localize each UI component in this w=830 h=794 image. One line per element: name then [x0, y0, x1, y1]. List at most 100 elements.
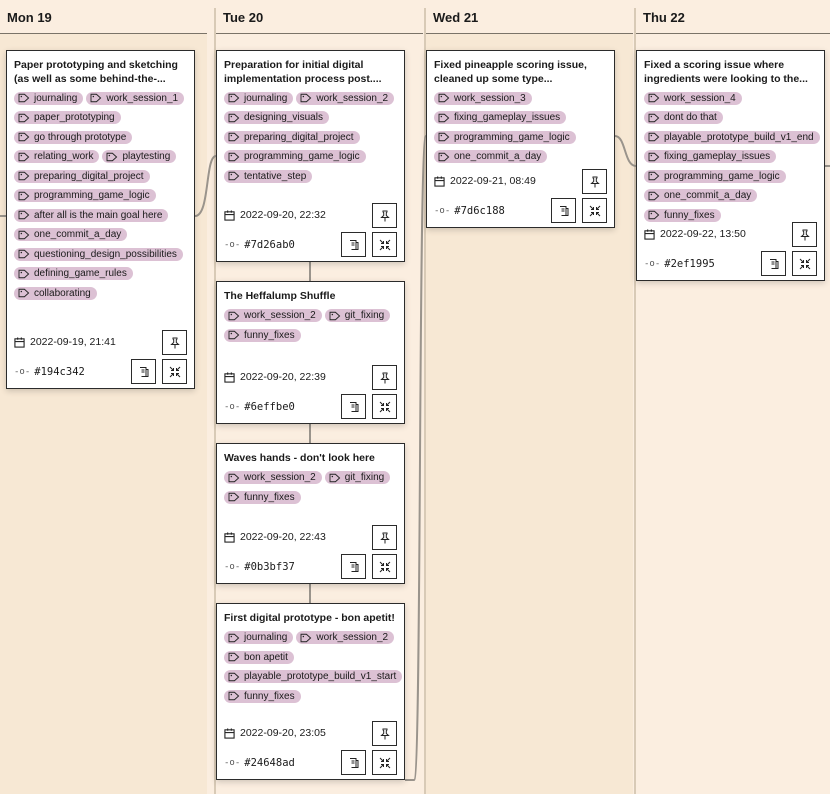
card-footer: 2022-09-19, 21:41 -o- #194c342 [7, 328, 194, 388]
collapse-button[interactable] [372, 394, 397, 419]
calendar-icon [644, 228, 655, 240]
document-button[interactable] [341, 750, 366, 775]
tag-icon [18, 171, 30, 181]
tag-chip[interactable]: bon apetit [224, 650, 294, 664]
pin-button[interactable] [582, 169, 607, 194]
tag-icon [300, 633, 312, 642]
tag-icon [18, 288, 30, 298]
document-button[interactable] [131, 359, 156, 384]
commit-card[interactable]: Paper prototyping and sketching (as well… [6, 50, 195, 389]
tag-chip[interactable]: preparing_digital_project [14, 169, 150, 183]
tag-list: work_session_2 git_fixing funny_fixes [217, 470, 404, 509]
commit-card[interactable]: Fixed a scoring issue where ingredients … [636, 50, 825, 281]
tag-label: go through prototype [34, 131, 127, 143]
tag-chip[interactable]: funny_fixes [224, 490, 301, 504]
tag-chip[interactable]: after all is the main goal here [14, 208, 169, 222]
tag-chip[interactable]: work_session_3 [434, 91, 532, 105]
tag-chip[interactable]: playable_prototype_build_v1_start [224, 670, 403, 683]
pin-button[interactable] [372, 525, 397, 550]
tag-chip[interactable]: fixing_gameplay_issues [434, 111, 567, 124]
tag-chip[interactable]: work_session_2 [224, 471, 322, 484]
tag-chip[interactable]: programming_game_logic [14, 189, 156, 202]
tag-icon [648, 191, 660, 200]
tag-chip[interactable]: dont do that [644, 111, 723, 124]
tag-chip[interactable]: work_session_2 [296, 631, 395, 644]
document-button[interactable] [761, 251, 786, 276]
tag-chip[interactable]: playtesting [102, 150, 177, 163]
document-button[interactable] [551, 198, 576, 223]
tag-chip[interactable]: journaling [14, 91, 84, 105]
collapse-button[interactable] [372, 232, 397, 257]
collapse-button[interactable] [582, 198, 607, 223]
commit-hash: -o- #7d26ab0 [224, 239, 295, 251]
pin-button[interactable] [372, 365, 397, 390]
collapse-button[interactable] [372, 750, 397, 775]
commit-date: 2022-09-20, 22:39 [224, 371, 326, 383]
collapse-button[interactable] [792, 251, 817, 276]
document-button[interactable] [341, 554, 366, 579]
tag-label: preparing_digital_project [244, 131, 354, 143]
tag-label: playtesting [122, 151, 171, 162]
tag-chip[interactable]: tentative_step [224, 169, 313, 183]
collapse-icon [169, 366, 180, 377]
tag-chip[interactable]: work_session_2 [296, 91, 395, 105]
tag-chip[interactable]: work_session_4 [644, 91, 742, 105]
hash-text: #194c342 [34, 366, 85, 378]
commit-icon: -o- [224, 240, 241, 250]
tag-chip[interactable]: paper_prototyping [14, 111, 121, 124]
tag-chip[interactable]: collaborating [14, 286, 97, 300]
tag-label: journaling [244, 92, 288, 104]
commit-card[interactable]: Fixed pineapple scoring issue, cleaned u… [426, 50, 615, 228]
tag-icon [648, 93, 660, 103]
tag-icon [90, 93, 102, 103]
pin-button[interactable] [372, 203, 397, 228]
tag-chip[interactable]: playable_prototype_build_v1_end [644, 130, 820, 144]
tag-chip[interactable]: designing_visuals [224, 111, 329, 124]
tag-chip[interactable]: fixing_gameplay_issues [644, 150, 777, 163]
tag-chip[interactable]: one_commit_a_day [14, 228, 128, 241]
tag-icon [228, 672, 240, 681]
tag-chip[interactable]: one_commit_a_day [644, 189, 758, 202]
tag-chip[interactable]: funny_fixes [224, 689, 301, 703]
pin-icon [799, 229, 810, 240]
tag-chip[interactable]: journaling [224, 91, 294, 105]
commit-card[interactable]: Waves hands - don't look here work_sessi… [216, 443, 405, 584]
tag-chip[interactable]: preparing_digital_project [224, 130, 360, 144]
collapse-button[interactable] [372, 554, 397, 579]
collapse-button[interactable] [162, 359, 187, 384]
tag-label: fixing_gameplay_issues [664, 151, 771, 162]
calendar-icon [224, 209, 235, 221]
commit-icon: -o- [224, 562, 241, 572]
pin-button[interactable] [372, 721, 397, 746]
tag-chip[interactable]: go through prototype [14, 130, 133, 144]
tag-icon [107, 152, 118, 161]
tag-chip[interactable]: work_session_1 [86, 91, 185, 105]
commit-title: Preparation for initial digital implemen… [224, 59, 382, 85]
pin-button[interactable] [162, 330, 187, 355]
commit-card[interactable]: The Heffalump Shuffle work_session_2 git_… [216, 281, 405, 424]
tag-chip[interactable]: work_session_2 [224, 309, 322, 322]
document-button[interactable] [341, 394, 366, 419]
hash-text: #0b3bf37 [244, 561, 295, 573]
commit-card[interactable]: Preparation for initial digital implemen… [216, 50, 405, 262]
tag-chip[interactable]: defining_game_rules [14, 267, 133, 280]
tag-chip[interactable]: journaling [224, 631, 294, 644]
hash-text: #7d6c188 [454, 205, 505, 217]
tag-chip[interactable]: programming_game_logic [434, 130, 576, 144]
tag-chip[interactable]: programming_game_logic [644, 169, 786, 183]
tag-chip[interactable]: git_fixing [324, 309, 391, 322]
tag-chip[interactable]: programming_game_logic [224, 150, 366, 163]
tag-chip[interactable]: questioning_design_possibilities [14, 247, 183, 261]
pin-button[interactable] [792, 222, 817, 247]
tag-chip[interactable]: one_commit_a_day [434, 150, 548, 163]
hash-text: #24648ad [244, 757, 295, 769]
tag-chip[interactable]: git_fixing [324, 471, 391, 484]
tag-label: preparing_digital_project [34, 170, 144, 182]
commit-card[interactable]: First digital prototype - bon apetit! jo… [216, 603, 405, 780]
tag-icon [648, 171, 660, 181]
document-button[interactable] [341, 232, 366, 257]
collapse-icon [589, 205, 600, 216]
tag-chip[interactable]: relating_work [14, 150, 100, 163]
tag-chip[interactable]: funny_fixes [224, 328, 301, 342]
tag-label: playable_prototype_build_v1_end [664, 131, 814, 143]
